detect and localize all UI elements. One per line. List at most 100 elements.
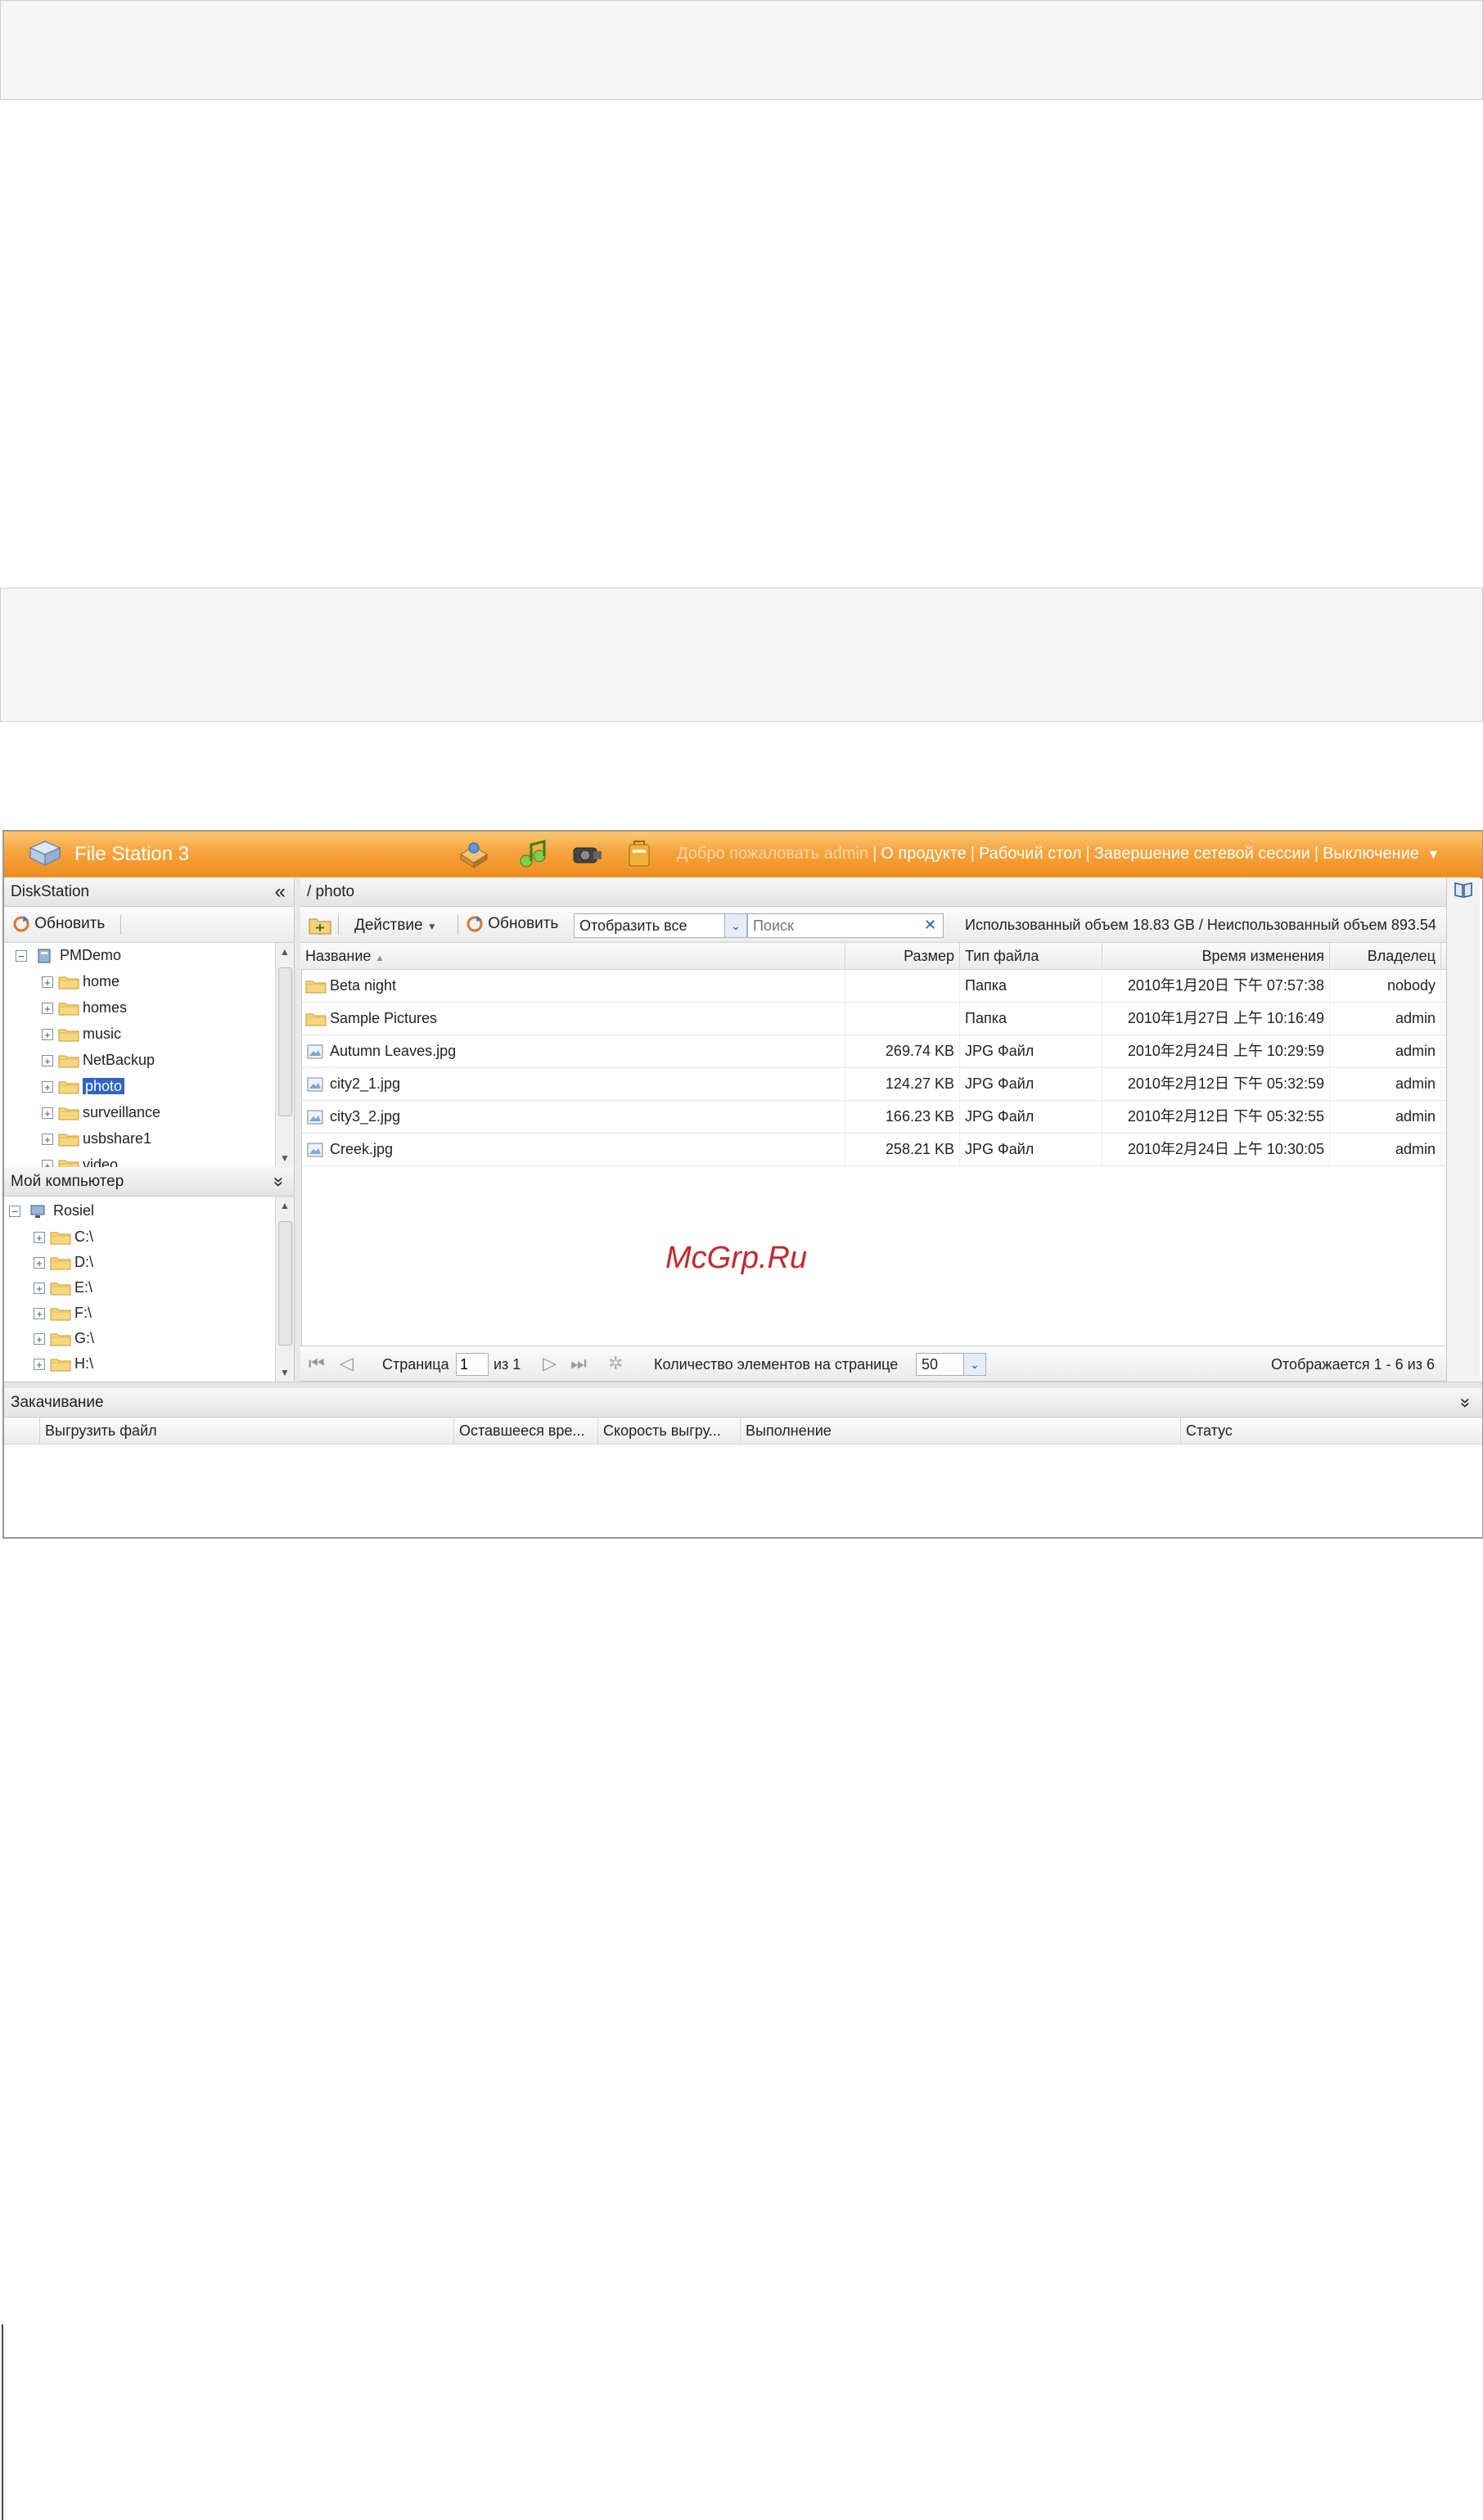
app-title: File Station 3 bbox=[74, 843, 190, 865]
mycomputer-scrollbar[interactable]: ▲ ▼ bbox=[275, 1197, 294, 1382]
download-station-icon[interactable] bbox=[623, 838, 656, 871]
tree-node-usbshare1[interactable]: + usbshare1 bbox=[42, 1126, 151, 1151]
column-owner[interactable]: Владелец bbox=[1330, 943, 1441, 969]
tree-node-home[interactable]: + home bbox=[42, 969, 119, 994]
table-row[interactable]: Autumn Leaves.jpg 269.74 KB JPG Файл 2010年2… bbox=[300, 1035, 1446, 1068]
expand-node-icon[interactable]: + bbox=[34, 1283, 45, 1295]
folder-icon bbox=[58, 1055, 79, 1068]
collapse-panel-icon[interactable]: « bbox=[275, 877, 286, 907]
expand-upload-icon[interactable]: » bbox=[1451, 1398, 1481, 1408]
server-icon[interactable] bbox=[456, 838, 492, 871]
expand-node-icon[interactable]: + bbox=[34, 1308, 45, 1320]
expand-node-icon[interactable]: + bbox=[42, 976, 53, 989]
expand-node-icon[interactable]: + bbox=[34, 1333, 45, 1346]
cell-modified: 2010年2月12日 下午 05:32:59 bbox=[1102, 1067, 1330, 1100]
folder-icon bbox=[58, 1003, 79, 1016]
collapse-node-icon[interactable]: − bbox=[16, 950, 27, 962]
last-page-icon[interactable]: ⏭ bbox=[570, 1353, 587, 1374]
column-modified[interactable]: Время изменения bbox=[1102, 943, 1330, 969]
drive-node[interactable]: + H:\ bbox=[34, 1351, 93, 1376]
desktop-link[interactable]: Рабочий стол bbox=[979, 845, 1082, 863]
image-file-icon bbox=[307, 1077, 323, 1092]
tree-node-rosiel[interactable]: − Rosiel bbox=[9, 1198, 94, 1223]
upload-title: Закачивание bbox=[11, 1394, 104, 1411]
cell-name: city3_2.jpg bbox=[300, 1100, 845, 1133]
expand-node-icon[interactable]: + bbox=[42, 1160, 53, 1167]
clear-search-icon[interactable]: ✕ bbox=[924, 917, 936, 934]
scroll-down-icon[interactable]: ▼ bbox=[280, 1367, 290, 1378]
mycomputer-panel-header: Мой компьютер » bbox=[4, 1167, 294, 1197]
table-row[interactable]: Creek.jpg 258.21 KB JPG Файл 2010年2月24日 上午 … bbox=[300, 1133, 1446, 1166]
page-number-input[interactable] bbox=[456, 1353, 489, 1376]
expand-node-icon[interactable]: + bbox=[34, 1232, 45, 1244]
search-input[interactable] bbox=[747, 913, 944, 938]
upload-col-speed[interactable]: Скорость выгру... bbox=[598, 1418, 741, 1444]
tree-node-homes[interactable]: + homes bbox=[42, 995, 127, 1020]
left-refresh-button[interactable]: Обновить bbox=[12, 915, 105, 933]
action-menu-button[interactable]: Действие ▼ bbox=[354, 917, 437, 935]
scroll-up-icon[interactable]: ▲ bbox=[280, 1200, 290, 1211]
drive-node[interactable]: + E:\ bbox=[34, 1275, 92, 1300]
tree-node-video[interactable]: + video bbox=[42, 1152, 118, 1167]
first-page-icon[interactable]: ⏮ bbox=[309, 1353, 325, 1374]
table-row[interactable]: city3_2.jpg 166.23 KB JPG Файл 2010年2月12日 下… bbox=[300, 1100, 1446, 1134]
drive-node[interactable]: + D:\ bbox=[34, 1250, 93, 1274]
drive-node[interactable]: + F:\ bbox=[34, 1301, 92, 1325]
scroll-thumb[interactable] bbox=[278, 967, 292, 1116]
per-page-select[interactable]: 50 ⌄ bbox=[916, 1353, 986, 1376]
prev-page-icon[interactable]: ◁ bbox=[340, 1353, 354, 1374]
cell-size bbox=[845, 1002, 960, 1035]
expand-node-icon[interactable]: + bbox=[42, 1134, 53, 1146]
view-filter-select[interactable]: Отобразить все ⌄ bbox=[574, 913, 747, 938]
column-type[interactable]: Тип файла bbox=[960, 943, 1102, 969]
tree-node-music[interactable]: + music bbox=[42, 1021, 121, 1046]
expand-panel-icon[interactable]: » bbox=[264, 1177, 294, 1187]
upload-col-file[interactable]: Выгрузить файл bbox=[40, 1418, 454, 1444]
music-station-icon[interactable] bbox=[516, 838, 549, 871]
column-name[interactable]: Название ▲ bbox=[300, 943, 845, 969]
expand-node-icon[interactable]: + bbox=[42, 1107, 53, 1120]
collapse-node-icon[interactable]: − bbox=[9, 1206, 20, 1218]
tree-node-surveillance[interactable]: + surveillance bbox=[42, 1100, 160, 1125]
next-page-icon[interactable]: ▷ bbox=[543, 1353, 557, 1374]
tree-scrollbar[interactable]: ▲ ▼ bbox=[275, 943, 294, 1167]
upload-col-progress[interactable]: Выполнение bbox=[741, 1418, 1181, 1444]
drive-node[interactable]: + C:\ bbox=[34, 1224, 93, 1249]
shutdown-link[interactable]: Выключение bbox=[1323, 845, 1419, 863]
scroll-down-icon[interactable]: ▼ bbox=[280, 1152, 290, 1164]
expand-node-icon[interactable]: + bbox=[42, 1081, 53, 1093]
expand-node-icon[interactable]: + bbox=[42, 1003, 53, 1015]
watermark-text: McGrp.Ru bbox=[665, 1241, 808, 1275]
tree-node-netbackup[interactable]: + NetBackup bbox=[42, 1048, 155, 1072]
scroll-up-icon[interactable]: ▲ bbox=[280, 946, 290, 958]
expand-node-icon[interactable]: + bbox=[42, 1055, 53, 1067]
new-folder-icon[interactable] bbox=[309, 915, 331, 935]
main-refresh-button[interactable]: Обновить bbox=[466, 915, 558, 933]
shutdown-dropdown-icon[interactable]: ▼ bbox=[1427, 848, 1440, 862]
current-path: / photo bbox=[307, 883, 355, 900]
table-row[interactable]: Sample Pictures Папка 2010年1月27日 上午 10:16:… bbox=[300, 1002, 1446, 1035]
drive-node[interactable]: + G:\ bbox=[34, 1326, 94, 1350]
drive-label: C:\ bbox=[74, 1228, 94, 1245]
expand-node-icon[interactable]: + bbox=[34, 1257, 45, 1269]
upload-col-status[interactable]: Статус bbox=[1181, 1418, 1477, 1444]
drive-label: G:\ bbox=[74, 1330, 95, 1346]
table-row[interactable]: Beta night Папка 2010年1月20日 下午 07:57:38 nob… bbox=[300, 969, 1446, 1003]
reload-page-icon[interactable]: ✲ bbox=[608, 1353, 623, 1374]
expand-node-icon[interactable]: + bbox=[42, 1029, 53, 1041]
tree-node-photo[interactable]: + photo bbox=[42, 1074, 125, 1098]
logout-link[interactable]: Завершение сетевой сессии bbox=[1094, 845, 1310, 863]
surveillance-camera-icon[interactable] bbox=[569, 838, 605, 871]
chevron-down-icon[interactable]: ⌄ bbox=[963, 1354, 985, 1375]
chevron-down-icon[interactable]: ⌄ bbox=[724, 914, 746, 937]
upload-col-remaining[interactable]: Оставшееся вре... bbox=[454, 1418, 598, 1444]
scroll-thumb[interactable] bbox=[278, 1221, 292, 1346]
table-row[interactable]: city2_1.jpg 124.27 KB JPG Файл 2010年2月12日 下… bbox=[300, 1067, 1446, 1101]
help-book-icon[interactable] bbox=[1454, 881, 1473, 899]
cell-owner: admin bbox=[1330, 1002, 1441, 1035]
about-link[interactable]: О продукте bbox=[881, 845, 966, 863]
cell-size: 166.23 KB bbox=[845, 1100, 960, 1133]
column-size[interactable]: Размер bbox=[845, 943, 960, 969]
expand-node-icon[interactable]: + bbox=[34, 1359, 45, 1371]
tree-node-pmdemo[interactable]: − PMDemo bbox=[16, 943, 121, 967]
